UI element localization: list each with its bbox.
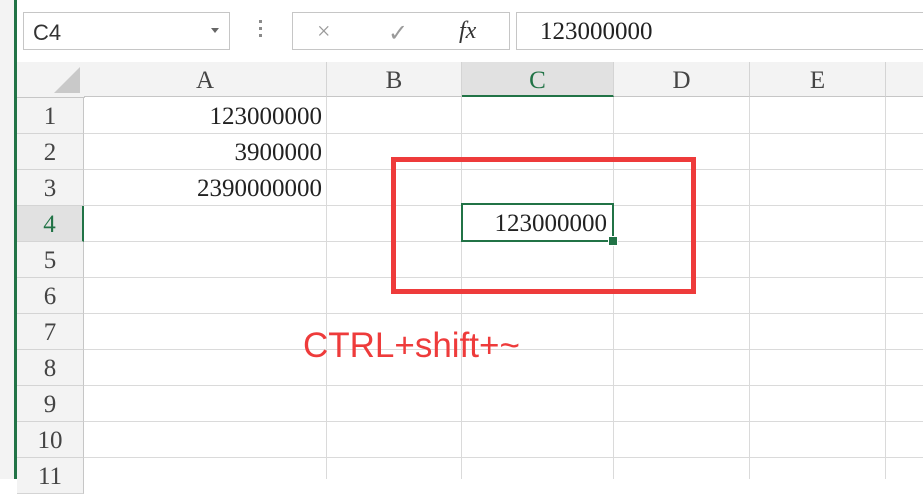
formula-buttons: × ✓ fx [292, 12, 510, 50]
window-left-edge [0, 0, 17, 479]
column-header-d[interactable]: D [614, 62, 750, 97]
row-header-9[interactable]: 9 [17, 386, 84, 422]
cell-a3[interactable]: 2390000000 [84, 170, 327, 206]
gridline [84, 313, 923, 314]
formula-input-value: 123000000 [540, 18, 653, 45]
gridline [84, 421, 923, 422]
cell-a2[interactable]: 3900000 [84, 134, 327, 170]
chevron-down-icon[interactable] [211, 28, 219, 33]
gridline [84, 457, 923, 458]
insert-function-button[interactable]: fx [459, 18, 476, 45]
column-header-e[interactable]: E [750, 62, 886, 97]
select-all-triangle-icon [54, 67, 80, 93]
name-box-value: C4 [33, 20, 62, 45]
row-header-3[interactable]: 3 [17, 170, 84, 206]
row-header-11[interactable]: 11 [17, 458, 84, 494]
column-header-c[interactable]: C [462, 62, 614, 97]
row-header-2[interactable]: 2 [17, 134, 84, 170]
name-box[interactable]: C4 [23, 12, 230, 50]
row-header-1[interactable]: 1 [17, 98, 84, 134]
row-header-4[interactable]: 4 [17, 206, 84, 242]
row-header-7[interactable]: 7 [17, 314, 84, 350]
annotation-highlight-box [391, 157, 696, 294]
column-header-f[interactable] [886, 62, 923, 97]
column-header-b[interactable]: B [327, 62, 462, 97]
cell-a1[interactable]: 123000000 [84, 98, 327, 134]
column-header-a[interactable]: A [84, 62, 327, 97]
row-header-6[interactable]: 6 [17, 278, 84, 314]
annotation-shortcut-text: CTRL+shift+~ [303, 326, 520, 365]
row-header-10[interactable]: 10 [17, 422, 84, 458]
enter-icon[interactable]: ✓ [388, 19, 408, 48]
select-all-button[interactable] [17, 62, 85, 98]
cancel-icon[interactable]: × [317, 19, 331, 46]
gridline [84, 385, 923, 386]
row-header-5[interactable]: 5 [17, 242, 84, 278]
more-options-icon[interactable] [259, 20, 263, 40]
formula-input[interactable]: 123000000 [516, 12, 923, 50]
row-header-8[interactable]: 8 [17, 350, 84, 386]
